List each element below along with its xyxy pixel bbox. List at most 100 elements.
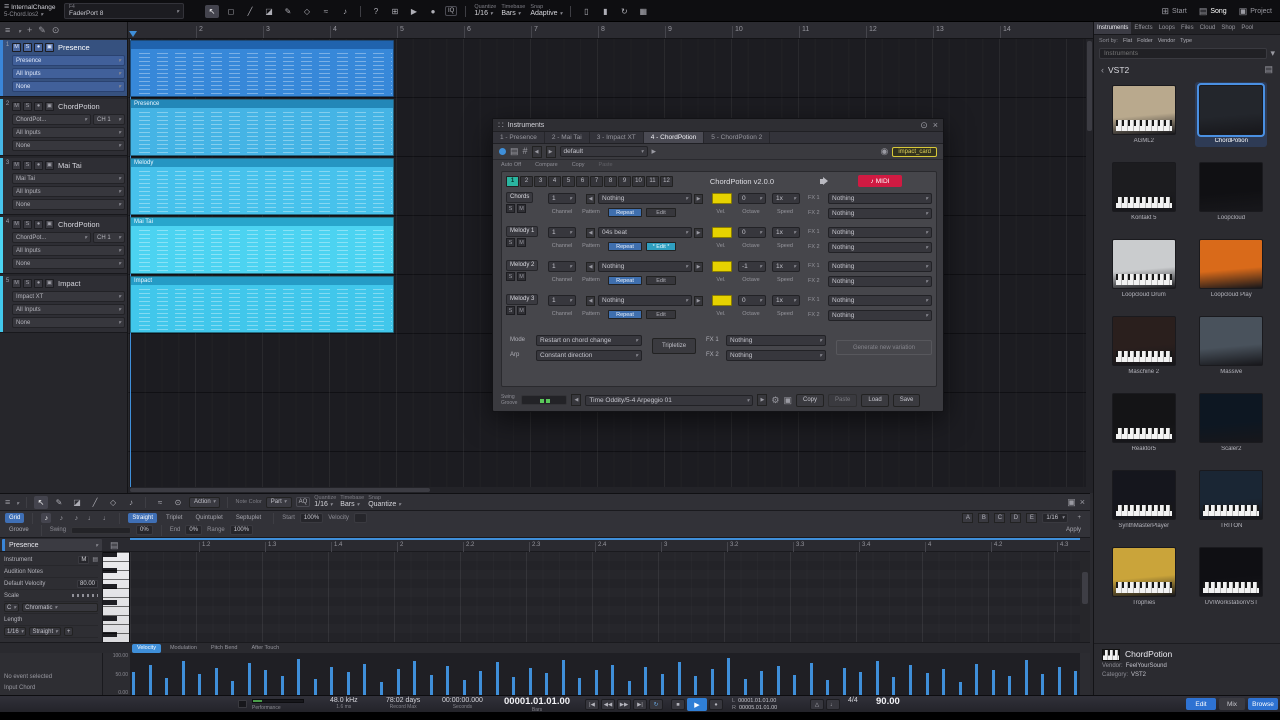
mute-button[interactable]: M — [517, 272, 526, 281]
browser-tab-shop[interactable]: Shop — [1218, 22, 1238, 34]
pattern-slot-4[interactable]: 4 — [548, 175, 561, 187]
stop-button[interactable]: ■ — [671, 699, 685, 710]
bend-tool[interactable]: ≈ — [319, 5, 333, 18]
solo-button[interactable]: S — [23, 101, 32, 111]
mute-button[interactable]: M — [517, 204, 526, 213]
channel-dropdown[interactable]: 1 — [548, 193, 576, 204]
record-arm-button[interactable]: ● — [34, 160, 43, 170]
note-value-icon[interactable]: ♪ — [71, 513, 81, 523]
macros-icon[interactable]: ⊞ — [388, 5, 402, 18]
editor-timebase-dropdown[interactable]: Bars — [340, 501, 364, 509]
browser-tab-files[interactable]: Files — [1178, 22, 1197, 34]
quantize-dropdown[interactable]: 1/16 — [474, 10, 496, 18]
play-button[interactable]: ▶ — [687, 698, 707, 711]
power-toggle[interactable] — [499, 148, 506, 155]
track-header-presence[interactable]: 1 M S ● ▣ Presence Presence All Inputs N… — [0, 40, 127, 97]
velocity-bar[interactable] — [661, 674, 664, 696]
input-dropdown[interactable]: All Inputs — [12, 304, 125, 315]
repeat-button[interactable]: Repeat — [608, 242, 642, 251]
lane-tab-velocity[interactable]: Velocity — [132, 643, 161, 653]
monitor-button[interactable]: ▣ — [45, 160, 54, 170]
record-output-icon[interactable]: ◉ — [880, 147, 888, 156]
record-arm-button[interactable]: ● — [34, 42, 43, 52]
loop-button[interactable]: ↻ — [649, 699, 663, 710]
input-dropdown[interactable]: All Inputs — [12, 68, 125, 79]
record-arm-button[interactable]: ● — [34, 219, 43, 229]
select-tool[interactable]: ↖ — [205, 4, 219, 18]
root-note-dropdown[interactable]: C — [4, 603, 20, 612]
swing-value[interactable]: 0% — [136, 525, 153, 535]
fx1-dropdown[interactable]: Nothing — [828, 295, 932, 306]
plugin-window-titlebar[interactable]: ∷ Instruments ⊙ × — [493, 119, 943, 132]
fx2-dropdown[interactable]: Nothing — [828, 242, 932, 253]
note-value-icon[interactable]: ♪ — [41, 513, 52, 523]
swing-slider[interactable] — [521, 395, 568, 405]
triplet-button[interactable]: Triplet — [162, 513, 186, 523]
velocity-bar[interactable] — [346, 672, 350, 696]
velocity-bar[interactable] — [611, 665, 615, 696]
editor-snap-dropdown[interactable]: Quantize — [368, 501, 401, 509]
mute-button[interactable]: M — [12, 42, 21, 52]
scale-dropdown[interactable]: Chromatic — [22, 603, 98, 612]
mute-tool[interactable]: ◇ — [106, 496, 120, 509]
velocity-bar[interactable] — [942, 669, 946, 696]
speed-dropdown[interactable]: 1x — [772, 295, 800, 306]
velocity-bar[interactable] — [627, 681, 631, 696]
loop-range-bar[interactable] — [130, 538, 1080, 540]
speed-dropdown[interactable]: 1x — [772, 261, 800, 272]
input-dropdown[interactable]: All Inputs — [12, 245, 125, 256]
output-dropdown[interactable]: None — [12, 258, 125, 269]
pattern-slot-1[interactable]: 1 — [506, 175, 519, 187]
note-grid[interactable] — [130, 552, 1080, 642]
prev-preset-button[interactable]: ◀ — [531, 145, 542, 158]
velocity-bar[interactable] — [363, 664, 367, 696]
add-track-icon[interactable]: + — [27, 25, 32, 35]
channel-dropdown[interactable]: 1 — [548, 295, 576, 306]
listen-tool[interactable]: ♪ — [124, 496, 138, 509]
velocity-bar[interactable] — [231, 681, 235, 696]
velocity-bar[interactable] — [379, 682, 383, 696]
editor-ruler[interactable]: 1.2 1.3 1.4 2 2.2 2.3 2.4 3 3.2 3.3 3.4 4 4.2 4.3 — [130, 538, 1080, 552]
velocity-bar[interactable] — [413, 661, 417, 696]
velocity-bar[interactable] — [1057, 667, 1061, 696]
metronome-button[interactable]: △ — [810, 699, 824, 710]
track-list-menu-icon[interactable]: ≡ — [5, 25, 10, 35]
velocity-bar[interactable] — [132, 672, 135, 696]
keyboard-panel-icon[interactable]: ▤ — [510, 147, 519, 156]
arrangement-ruler[interactable]: 2 3 4 5 6 7 8 9 10 11 12 13 14 — [128, 22, 1093, 39]
pattern-next-button[interactable]: ▶ — [694, 194, 703, 204]
track-paint-icon[interactable]: ✎ — [38, 25, 46, 35]
instrument-tab-2[interactable]: 2 - Mai Tai — [545, 132, 590, 143]
track-header-chordpotion-2[interactable]: 4 M S ● ▣ ChordPotion ChordPot... CH 1 A… — [0, 217, 127, 274]
mute-button[interactable]: M — [517, 306, 526, 315]
gear-icon[interactable]: ⚙ — [771, 395, 779, 405]
output-dropdown[interactable]: None — [12, 140, 125, 151]
quantize-preset-e[interactable]: E — [1026, 513, 1038, 523]
instrument-tab-5[interactable]: 5 - ChordPotion 2 — [704, 132, 771, 143]
add-length-button[interactable]: + — [63, 627, 74, 636]
mute-button[interactable]: M — [517, 238, 526, 247]
pattern-prev-button[interactable]: ◀ — [586, 262, 595, 272]
editor-track-selector[interactable]: Presence — [2, 539, 102, 551]
edit-view-button[interactable]: Edit — [1186, 698, 1216, 710]
time-signature-display[interactable]: 4/4 — [848, 697, 858, 705]
chevron-down-icon[interactable] — [14, 498, 19, 507]
velocity-bar[interactable] — [396, 669, 400, 696]
arp-dropdown[interactable]: Constant direction — [536, 350, 642, 361]
copy-page-icon[interactable]: ▣ — [783, 395, 792, 405]
pattern-prev-button[interactable]: ◀ — [586, 228, 595, 238]
mute-button[interactable]: M — [12, 101, 21, 111]
monitor-button[interactable]: ▣ — [45, 278, 54, 288]
velocity-swatch[interactable] — [712, 261, 732, 272]
sort-flat[interactable]: Flat — [1123, 38, 1132, 44]
velocity-swatch[interactable] — [712, 227, 732, 238]
length-value-dropdown[interactable]: 1/16 — [4, 627, 27, 636]
fx2-dropdown[interactable]: Nothing — [828, 310, 932, 321]
instrument-card-kontakt5[interactable]: Kontakt 5 — [1108, 159, 1180, 224]
auto-toggle[interactable]: Auto Off — [501, 162, 521, 168]
help-button[interactable]: ? — [369, 5, 383, 18]
speed-dropdown[interactable]: 1x — [772, 227, 800, 238]
record-arm-button[interactable]: ● — [34, 278, 43, 288]
action-menu[interactable]: Action — [189, 496, 221, 508]
footer-save-button[interactable]: Save — [892, 393, 921, 407]
